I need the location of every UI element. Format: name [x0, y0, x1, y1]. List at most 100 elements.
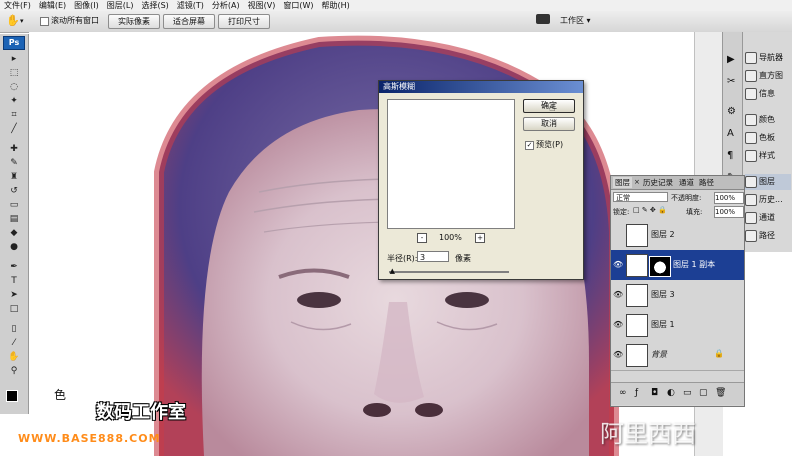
tab-history[interactable]: 历史记录: [641, 177, 675, 188]
eye-icon[interactable]: 👁: [613, 350, 623, 359]
crop-tool-icon[interactable]: ⌗: [8, 110, 20, 120]
layers-panel: 图层 × 历史记录 通道 路径 正常 不透明度: 100% 锁定: □ ✎ ✥ …: [610, 175, 745, 407]
dialog-title[interactable]: 高斯模糊: [379, 81, 583, 93]
opacity-input[interactable]: 100%: [714, 192, 744, 204]
layers-icon: [745, 175, 757, 188]
print-size-button[interactable]: 打印尺寸: [218, 14, 270, 29]
move-tool-icon[interactable]: ▸: [8, 54, 20, 64]
fit-screen-button[interactable]: 适合屏幕: [163, 14, 215, 29]
type-tool-icon[interactable]: T: [8, 276, 20, 286]
dock-item-paths[interactable]: 路径: [745, 228, 791, 244]
paragraph-dock-icon[interactable]: ¶: [727, 150, 733, 161]
eyedropper-2-tool-icon[interactable]: ⁄: [8, 338, 20, 348]
shape-tool-icon[interactable]: □: [8, 304, 20, 314]
menu-image[interactable]: 图像(I): [70, 0, 103, 11]
close-icon[interactable]: ×: [634, 178, 640, 186]
lock-label: 锁定:: [613, 208, 630, 216]
zoom-in-button[interactable]: +: [475, 233, 485, 243]
magic-wand-tool-icon[interactable]: ✦: [8, 96, 20, 106]
scroll-all-windows-label: 滚动所有窗口: [51, 16, 99, 25]
menu-window[interactable]: 窗口(W): [279, 0, 317, 11]
folder-icon[interactable]: ▭: [683, 388, 692, 398]
lasso-tool-icon[interactable]: ◌: [8, 82, 20, 92]
layer-row[interactable]: 👁 图层 1: [611, 310, 744, 341]
actual-pixels-button[interactable]: 实际像素: [108, 14, 160, 29]
menu-file[interactable]: 文件(F): [0, 0, 35, 11]
cursor-icon: ☝: [549, 101, 556, 114]
menu-edit[interactable]: 编辑(E): [35, 0, 70, 11]
healing-tool-icon[interactable]: ✚: [8, 144, 20, 154]
marquee-tool-icon[interactable]: ⬚: [8, 68, 20, 78]
menu-help[interactable]: 帮助(H): [318, 0, 354, 11]
notes-tool-icon[interactable]: ▯: [8, 324, 20, 334]
tools-dock-icon[interactable]: ✂: [727, 76, 735, 87]
menu-select[interactable]: 选择(S): [137, 0, 172, 11]
radius-input[interactable]: 3: [417, 251, 449, 262]
link-icon[interactable]: ∞: [619, 388, 627, 398]
actions-dock-icon[interactable]: ⚙: [727, 106, 736, 117]
blend-mode-select[interactable]: 正常: [613, 192, 668, 202]
character-dock-icon[interactable]: A: [727, 128, 734, 139]
tab-layers[interactable]: 图层: [613, 177, 632, 188]
layer-row-selected[interactable]: 👁 图层 1 副本: [611, 250, 744, 281]
dock-item-navigator[interactable]: 导航器: [745, 50, 791, 66]
dodge-tool-icon[interactable]: ●: [8, 242, 20, 252]
layer-row[interactable]: 👁 背景 🔒: [611, 340, 744, 371]
preview-checkbox[interactable]: ✓: [525, 141, 534, 150]
dock-item-styles[interactable]: 样式: [745, 148, 791, 164]
radius-slider-track[interactable]: [389, 271, 509, 273]
menu-analysis[interactable]: 分析(A): [208, 0, 244, 11]
gaussian-blur-dialog: 高斯模糊 - 100% + 确定 取消 ✓ 预览(P) 半径(R): 3 像素 …: [378, 80, 584, 280]
stamp-tool-icon[interactable]: ♜: [8, 172, 20, 182]
blur-tool-icon[interactable]: ◆: [8, 228, 20, 238]
dock-item-layers[interactable]: 图层: [745, 174, 791, 190]
workspace-menu[interactable]: 工作区 ▾: [560, 15, 591, 26]
eraser-tool-icon[interactable]: ▭: [8, 200, 20, 210]
gradient-tool-icon[interactable]: ▤: [8, 214, 20, 224]
dock-item-color[interactable]: 颜色: [745, 112, 791, 128]
eye-icon[interactable]: 👁: [613, 320, 623, 329]
radius-slider-thumb[interactable]: ▲: [390, 267, 395, 275]
lock-icons[interactable]: □ ✎ ✥ 🔒: [633, 206, 667, 214]
adjustment-icon[interactable]: ◐: [667, 388, 675, 398]
tab-channels[interactable]: 通道: [677, 177, 696, 188]
path-selection-tool-icon[interactable]: ➤: [8, 290, 20, 300]
hand-tool-icon[interactable]: ✋: [6, 14, 20, 27]
dock-item-channels[interactable]: 通道: [745, 210, 791, 226]
brush-tool-icon[interactable]: ✎: [8, 158, 20, 168]
fill-input[interactable]: 100%: [714, 206, 744, 218]
chevron-down-icon[interactable]: ▾: [20, 17, 24, 25]
eye-icon[interactable]: 👁: [613, 290, 623, 299]
hand-tool-box-icon[interactable]: ✋: [8, 352, 20, 362]
layer-row[interactable]: 图层 2: [611, 220, 744, 251]
eyedropper-tool-icon[interactable]: ╱: [8, 124, 20, 134]
cancel-button[interactable]: 取消: [523, 117, 575, 131]
preview-window[interactable]: [387, 99, 515, 229]
trash-icon[interactable]: 🗑: [715, 388, 726, 398]
dock-item-history[interactable]: 历史...: [745, 192, 791, 208]
menu-filter[interactable]: 滤镜(T): [173, 0, 208, 11]
dock-item-histogram[interactable]: 直方图: [745, 68, 791, 84]
channels-icon: [745, 211, 757, 224]
dock-item-info[interactable]: 信息: [745, 86, 791, 102]
pen-tool-icon[interactable]: ✒: [8, 262, 20, 272]
tab-paths[interactable]: 路径: [697, 177, 716, 188]
scroll-all-windows-checkbox[interactable]: [40, 17, 49, 26]
new-layer-icon[interactable]: ▢: [699, 388, 708, 398]
info-icon: [745, 87, 757, 100]
navigator-dock-icon[interactable]: ▶: [727, 54, 735, 65]
zoom-tool-icon[interactable]: ⚲: [8, 366, 20, 376]
history-brush-tool-icon[interactable]: ↺: [8, 186, 20, 196]
eye-icon[interactable]: 👁: [613, 260, 623, 269]
foreground-color-swatch[interactable]: [6, 390, 18, 402]
camera-icon[interactable]: [536, 14, 550, 24]
dock-item-swatches[interactable]: 色板: [745, 130, 791, 146]
mask-icon[interactable]: ◘: [651, 388, 658, 398]
layer-mask-thumbnail[interactable]: [649, 256, 671, 277]
menu-view[interactable]: 视图(V): [244, 0, 280, 11]
layer-row[interactable]: 👁 图层 3: [611, 280, 744, 311]
zoom-out-button[interactable]: -: [417, 233, 427, 243]
menu-layer[interactable]: 图层(L): [103, 0, 138, 11]
fx-icon[interactable]: ƒ: [635, 388, 638, 398]
toolbox: Ps ▸ ⬚ ◌ ✦ ⌗ ╱ ✚ ✎ ♜ ↺ ▭ ▤ ◆ ● ✒ T ➤ □ ▯…: [0, 34, 29, 414]
